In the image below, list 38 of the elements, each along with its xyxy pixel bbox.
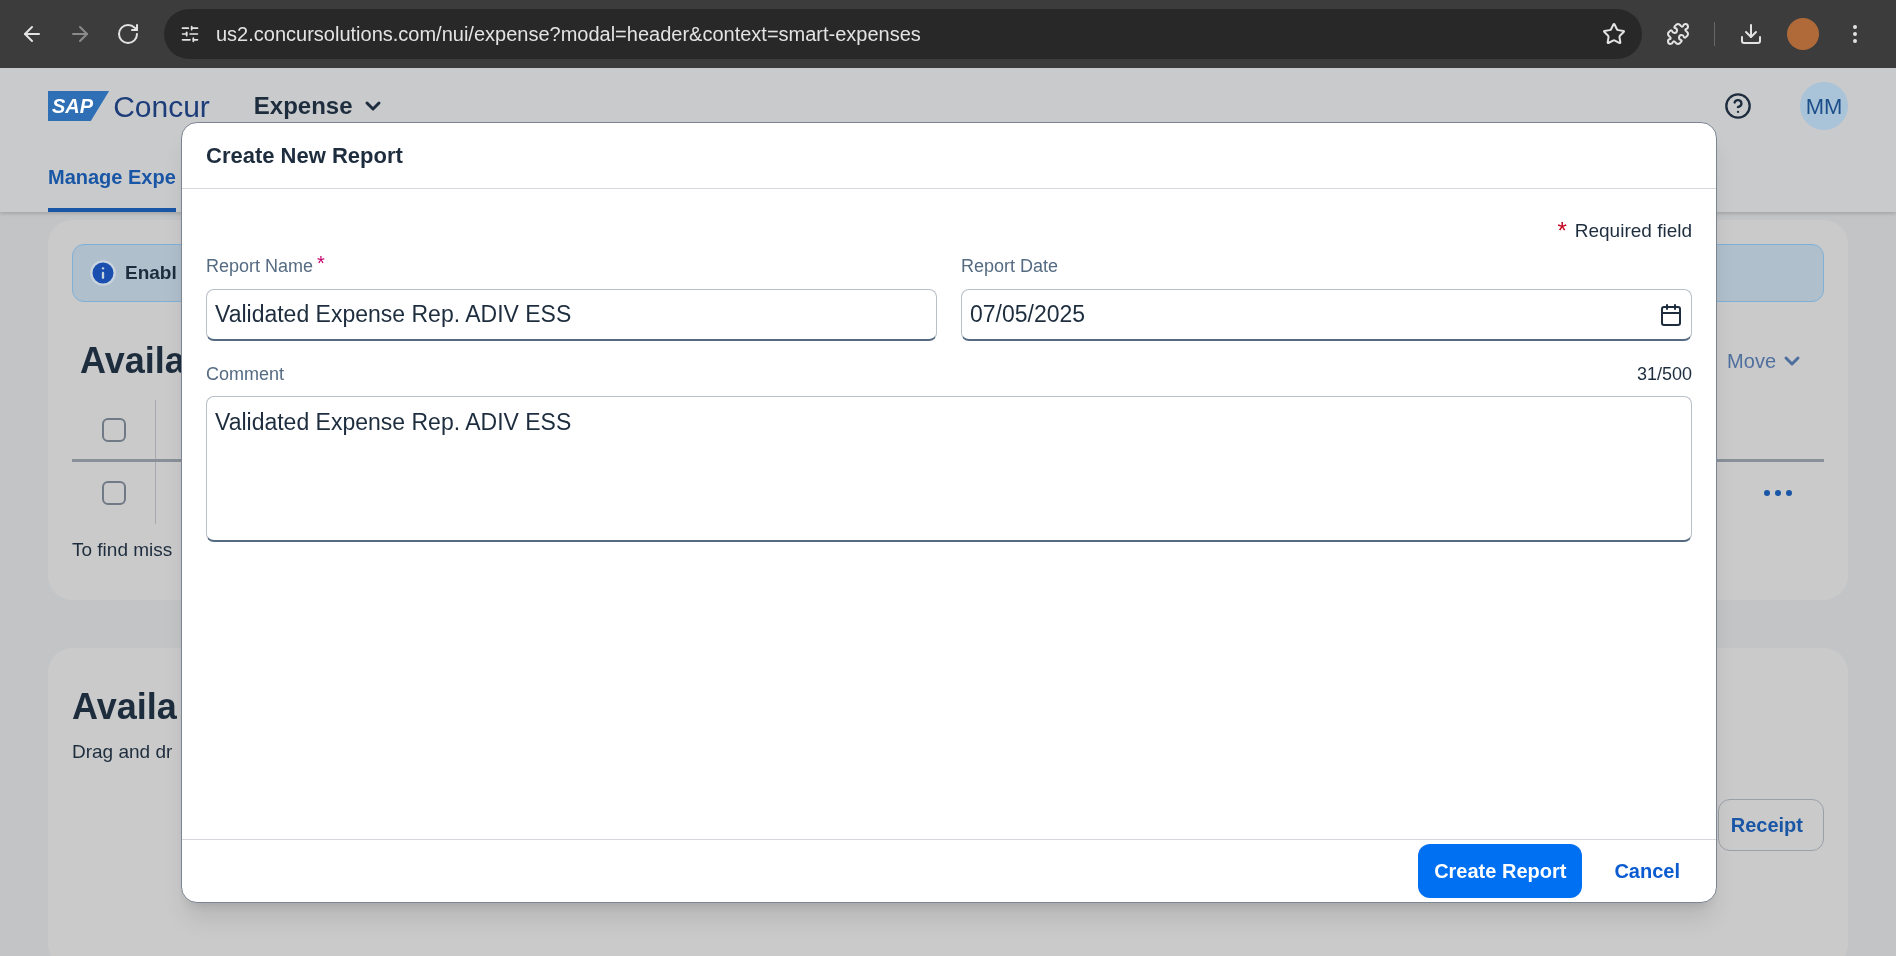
dialog-title: Create New Report [206,142,403,170]
move-menu[interactable]: Move [1727,346,1804,376]
nav-tab[interactable]: Manage Expe [48,162,176,212]
user-avatar[interactable]: MM [1800,82,1848,130]
row-checkbox[interactable] [101,417,126,442]
date-field[interactable]: 07/05/2025 [961,289,1692,341]
section-heading: Availa [80,339,185,383]
required-asterisk: * [1557,216,1567,246]
profile-avatar[interactable] [1787,18,1819,50]
footnote-text: To find miss [72,538,174,562]
calendar-icon[interactable] [1659,302,1683,327]
address-bar[interactable]: us2.concursolutions.com/nui/expense?modal=header&context=smart-expenses [164,9,1642,59]
more-options-icon[interactable] [1764,490,1792,496]
field-label: Comment [206,363,285,386]
input-field[interactable]: Validated Expense Rep. ADIV ESS [206,289,937,341]
section-heading: Availa [72,685,178,729]
field-label: Report Date [961,255,1059,278]
help-icon[interactable] [1724,92,1752,120]
banner-text: Enabl [125,260,177,285]
required-asterisk: * [317,253,325,273]
download-icon[interactable] [1739,22,1763,46]
info-icon [89,259,117,287]
character-counter: 31/500 [1636,363,1692,386]
site-settings-icon[interactable] [180,24,200,44]
logo-mark: SAP [48,91,110,121]
logo-name: Concur [113,88,210,125]
reload-icon[interactable] [116,22,140,46]
url-text: us2.concursolutions.com/nui/expense?modal=header&context=smart-expenses [216,22,922,47]
cancel-button[interactable]: Cancel [1602,844,1692,898]
create-report-button[interactable]: Create Report [1418,844,1583,898]
module-menu[interactable]: Expense [253,88,385,124]
extensions-icon[interactable] [1666,22,1690,46]
row-checkbox[interactable] [101,481,126,505]
comment-textarea[interactable]: Validated Expense Rep. ADIV ESS [206,396,1692,542]
bookmark-star-icon[interactable] [1602,22,1626,46]
field-label: Report Name [206,255,314,278]
section-subtext: Drag and dr [72,740,174,764]
required-note: Required field [1574,218,1692,243]
